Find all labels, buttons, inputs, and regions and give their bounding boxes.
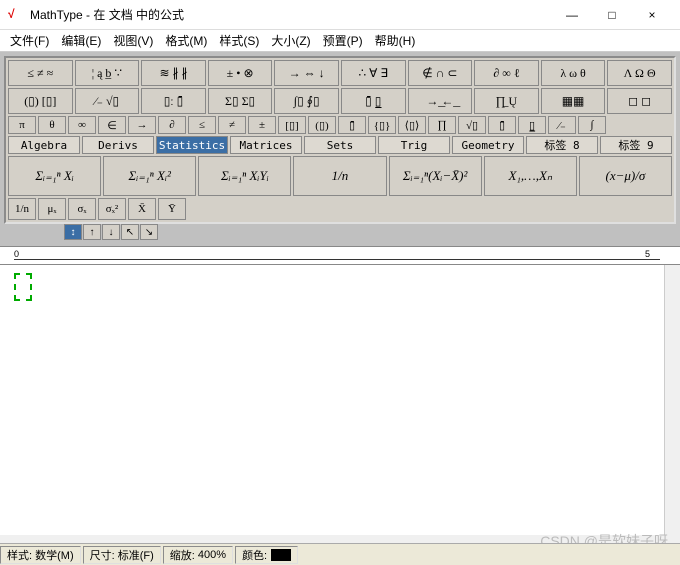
formula-sample-6[interactable]: (x−μ)/σ [579, 156, 672, 196]
symbol-palette-4[interactable]: → ⇔ ↓ [274, 60, 339, 86]
template-palette-0[interactable]: (▯) [▯] [8, 88, 73, 114]
app-icon [8, 7, 24, 23]
template-palette-5[interactable]: ▯̄ ▯̲ [341, 88, 406, 114]
smallbar-19[interactable]: ∫ [578, 116, 606, 134]
symbol-palette-9[interactable]: Λ Ω Θ [607, 60, 672, 86]
nav-arrow-0[interactable]: ↕ [64, 224, 82, 240]
close-button[interactable]: × [632, 1, 672, 29]
maximize-button[interactable]: □ [592, 1, 632, 29]
symbol-palette-0[interactable]: ≤ ≠ ≈ [8, 60, 73, 86]
smallbar-13[interactable]: ⟨▯⟩ [398, 116, 426, 134]
template-palette-6[interactable]: →͟ ←͟ [408, 88, 473, 114]
tab-geometry[interactable]: Geometry [452, 136, 524, 154]
ruler: 0 5 [0, 247, 680, 265]
formula-sample-5[interactable]: X₁,…,Xₙ [484, 156, 577, 196]
formula-mini-5[interactable]: Ȳ [158, 198, 186, 220]
menu-style[interactable]: 样式(S) [213, 30, 265, 51]
symbol-palette-6[interactable]: ∉ ∩ ⊂ [408, 60, 473, 86]
menu-help[interactable]: 帮助(H) [369, 30, 422, 51]
color-swatch[interactable] [271, 549, 291, 561]
template-palette-7[interactable]: ∏̲ Ų [474, 88, 539, 114]
menu-preset[interactable]: 预置(P) [317, 30, 369, 51]
status-style-value[interactable]: 数学(M) [35, 547, 74, 563]
tab-sets[interactable]: Sets [304, 136, 376, 154]
smallbar-14[interactable]: ∏ [428, 116, 456, 134]
window-title: MathType - 在 文档 中的公式 [30, 6, 552, 23]
tab-derivs[interactable]: Derivs [82, 136, 154, 154]
menu-bar: 文件(F) 编辑(E) 视图(V) 格式(M) 样式(S) 大小(Z) 预置(P… [0, 30, 680, 52]
template-palette-9[interactable]: ◻ ◻ [607, 88, 672, 114]
nav-arrow-2[interactable]: ↓ [102, 224, 120, 240]
smallbar-6[interactable]: ≤ [188, 116, 216, 134]
smallbar-5[interactable]: ∂ [158, 116, 186, 134]
formula-sample-2[interactable]: Σᵢ₌₁ⁿ XᵢYᵢ [198, 156, 291, 196]
symbol-palette-2[interactable]: ≋ ∦ ∦ [141, 60, 206, 86]
formula-sample-1[interactable]: Σᵢ₌₁ⁿ Xᵢ² [103, 156, 196, 196]
status-style-label: 样式: [7, 547, 32, 563]
tab-标签-8[interactable]: 标签 8 [526, 136, 598, 154]
smallbar-12[interactable]: {▯} [368, 116, 396, 134]
symbol-palette-5[interactable]: ∴ ∀ ∃ [341, 60, 406, 86]
symbol-palette-7[interactable]: ∂ ∞ ℓ [474, 60, 539, 86]
vertical-scrollbar[interactable] [664, 265, 680, 535]
menu-file[interactable]: 文件(F) [4, 30, 55, 51]
template-palette-2[interactable]: ▯ː ▯̄ [141, 88, 206, 114]
formula-mini-2[interactable]: σₓ [68, 198, 96, 220]
ruler-start: 0 [14, 249, 19, 259]
symbol-palette-8[interactable]: λ ω θ [541, 60, 606, 86]
formula-mini-1[interactable]: μₓ [38, 198, 66, 220]
tab-statistics[interactable]: Statistics [156, 136, 228, 154]
smallbar-15[interactable]: √▯ [458, 116, 486, 134]
nav-arrow-4[interactable]: ↘ [140, 224, 158, 240]
minimize-button[interactable]: — [552, 1, 592, 29]
tab-algebra[interactable]: Algebra [8, 136, 80, 154]
editor-area[interactable] [0, 265, 680, 535]
smallbar-9[interactable]: [▯] [278, 116, 306, 134]
tab-matrices[interactable]: Matrices [230, 136, 302, 154]
formula-sample-4[interactable]: Σᵢ₌₁ⁿ(Xᵢ−X̄)² [389, 156, 482, 196]
smallbar-10[interactable]: (▯) [308, 116, 336, 134]
status-bar: 样式: 数学(M) 尺寸: 标准(F) 缩放: 400% 颜色: [0, 543, 680, 565]
smallbar-3[interactable]: ∈ [98, 116, 126, 134]
status-zoom-value[interactable]: 400% [198, 549, 226, 561]
smallbar-2[interactable]: ∞ [68, 116, 96, 134]
tab-标签-9[interactable]: 标签 9 [600, 136, 672, 154]
template-palette-4[interactable]: ∫▯ ∮▯ [274, 88, 339, 114]
status-size-label: 尺寸: [90, 547, 115, 563]
smallbar-18[interactable]: ⁄₋ [548, 116, 576, 134]
menu-edit[interactable]: 编辑(E) [55, 30, 107, 51]
menu-view[interactable]: 视图(V) [107, 30, 159, 51]
formula-sample-0[interactable]: Σᵢ₌₁ⁿ Xᵢ [8, 156, 101, 196]
smallbar-4[interactable]: → [128, 116, 156, 134]
smallbar-7[interactable]: ≠ [218, 116, 246, 134]
smallbar-8[interactable]: ± [248, 116, 276, 134]
template-palette-1[interactable]: ⁄₋ √▯ [75, 88, 140, 114]
nav-arrow-3[interactable]: ↖ [121, 224, 139, 240]
smallbar-11[interactable]: ▯̄ [338, 116, 366, 134]
tab-trig[interactable]: Trig [378, 136, 450, 154]
symbol-palette-3[interactable]: ± • ⊗ [208, 60, 273, 86]
formula-mini-3[interactable]: σₓ² [98, 198, 126, 220]
template-palette-8[interactable]: ▦▦ [541, 88, 606, 114]
nav-arrow-1[interactable]: ↑ [83, 224, 101, 240]
insertion-cursor [14, 273, 32, 301]
status-size-value[interactable]: 标准(F) [118, 547, 154, 563]
symbol-palette-1[interactable]: ¦ ą b̲ ∵ [75, 60, 140, 86]
formula-sample-3[interactable]: 1/n [293, 156, 386, 196]
smallbar-0[interactable]: π [8, 116, 36, 134]
smallbar-1[interactable]: θ [38, 116, 66, 134]
formula-mini-4[interactable]: X̄ [128, 198, 156, 220]
status-color-label: 颜色: [242, 547, 267, 563]
smallbar-17[interactable]: ▯̲ [518, 116, 546, 134]
formula-mini-0[interactable]: 1/n [8, 198, 36, 220]
template-palette-3[interactable]: Σ▯ Σ▯ [208, 88, 273, 114]
menu-format[interactable]: 格式(M) [159, 30, 213, 51]
menu-size[interactable]: 大小(Z) [265, 30, 316, 51]
smallbar-16[interactable]: ▯̄ [488, 116, 516, 134]
ruler-end: 5 [645, 249, 650, 259]
status-zoom-label: 缩放: [170, 547, 195, 563]
